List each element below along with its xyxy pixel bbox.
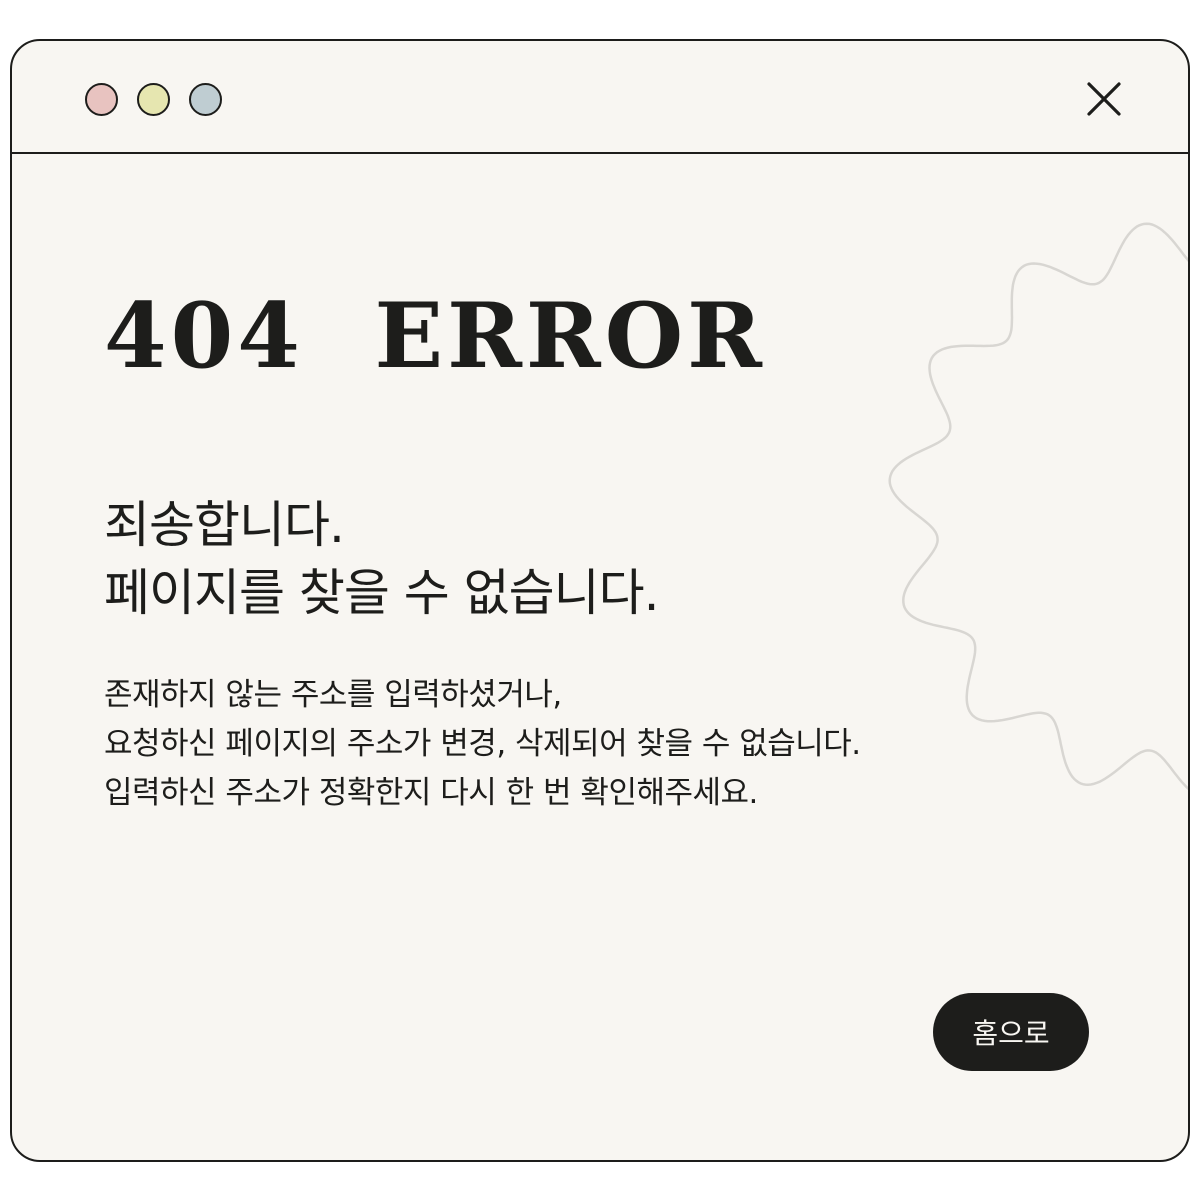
browser-window: 404 ERROR 죄송합니다. 페이지를 찾을 수 없습니다. 존재하지 않는… <box>10 39 1190 1162</box>
description-line: 존재하지 않는 주소를 입력하셨거나, <box>104 677 562 713</box>
error-description: 존재하지 않는 주소를 입력하셨거나, 요청하신 페이지의 주소가 변경, 삭제… <box>104 671 861 818</box>
window-close-dot[interactable] <box>85 83 118 116</box>
window-maximize-dot[interactable] <box>189 83 222 116</box>
error-title: 죄송합니다. 페이지를 찾을 수 없습니다. <box>104 491 660 627</box>
error-title-line: 죄송합니다. <box>104 496 345 554</box>
window-minimize-dot[interactable] <box>137 83 170 116</box>
home-button[interactable]: 홈으로 <box>933 993 1089 1071</box>
error-headline: 404 ERROR <box>104 283 766 389</box>
description-line: 입력하신 주소가 정확한지 다시 한 번 확인해주세요. <box>104 775 758 811</box>
close-button[interactable] <box>1082 77 1126 121</box>
window-titlebar <box>12 41 1188 154</box>
close-icon <box>1087 82 1121 116</box>
description-line: 요청하신 페이지의 주소가 변경, 삭제되어 찾을 수 없습니다. <box>104 726 861 762</box>
error-title-line: 페이지를 찾을 수 없습니다. <box>104 564 660 622</box>
